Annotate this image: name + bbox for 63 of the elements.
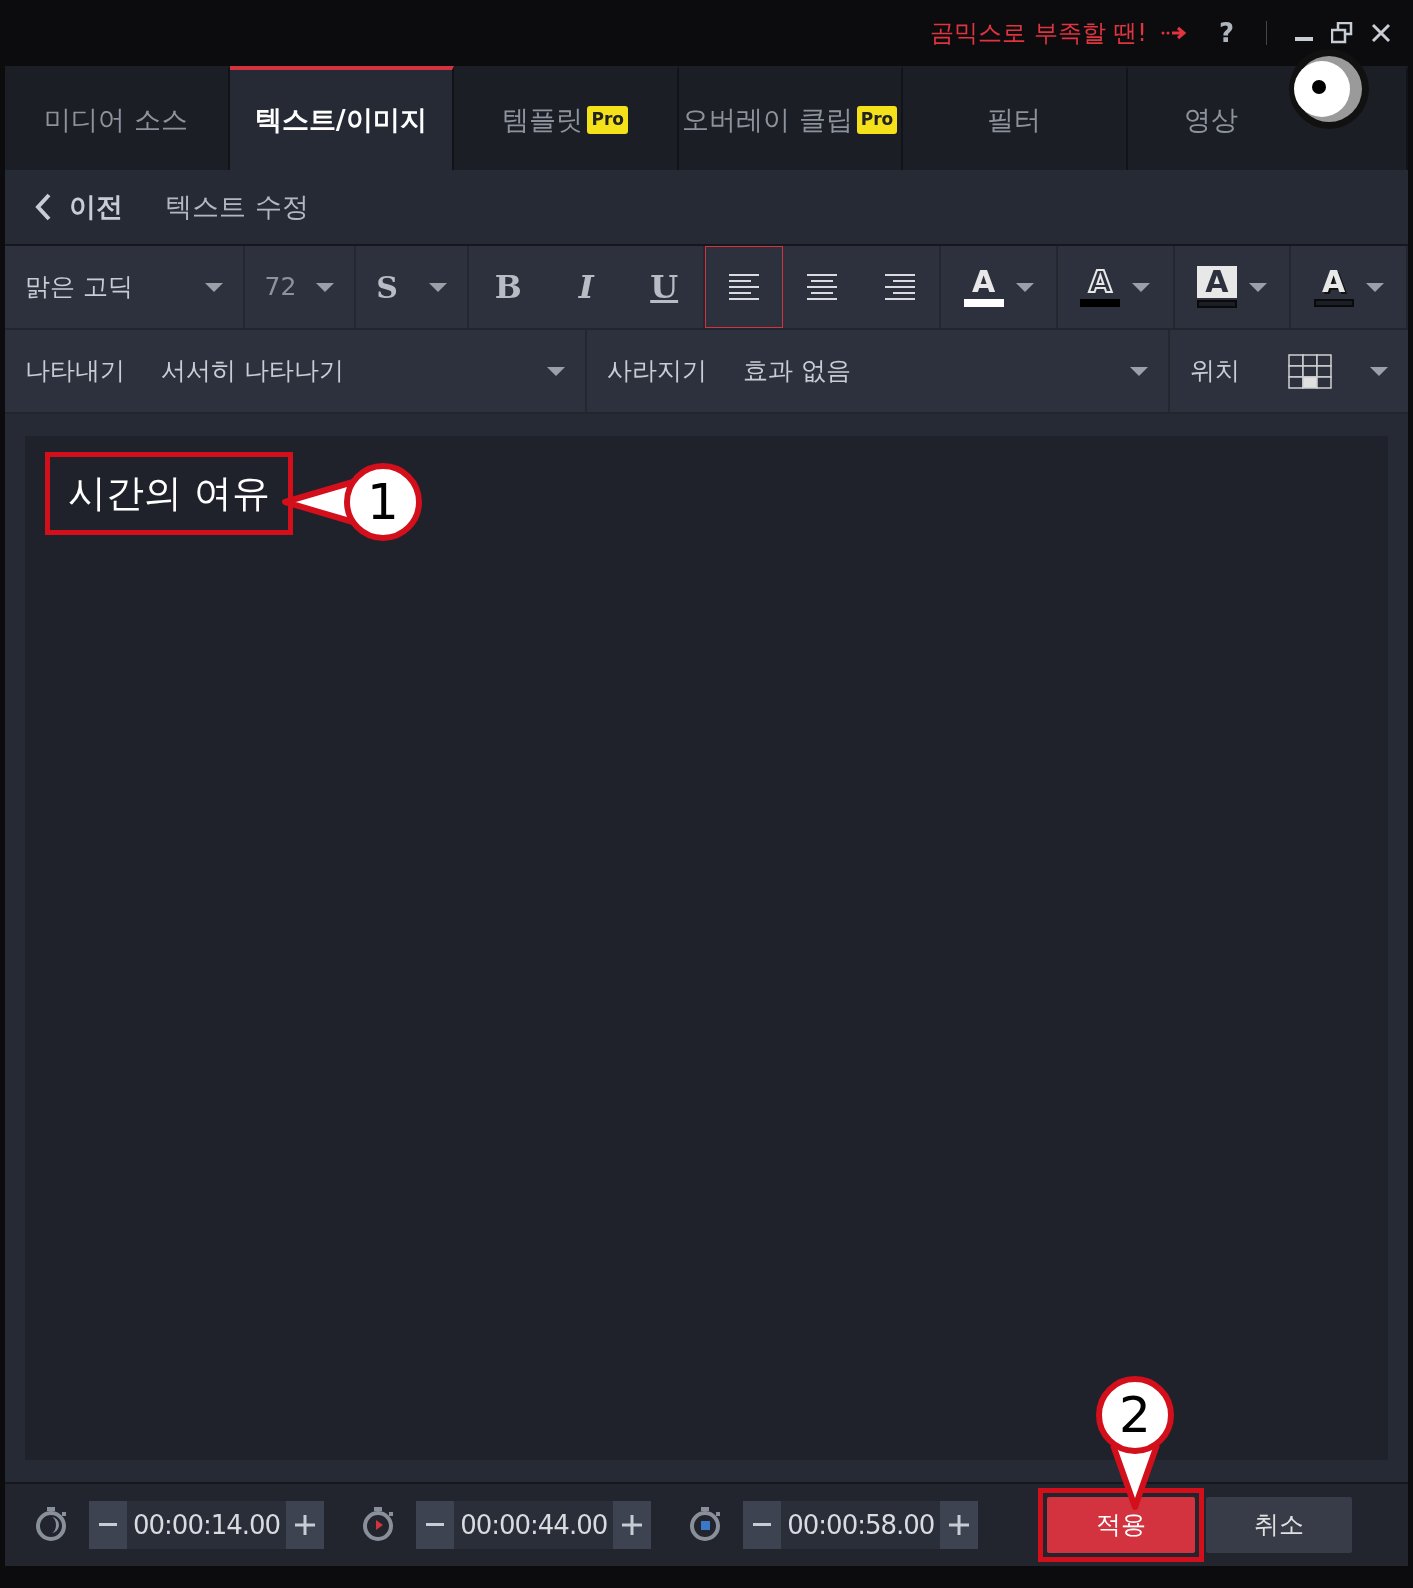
close-icon[interactable]	[1371, 23, 1391, 43]
align-left-icon	[729, 274, 760, 300]
arrow-icon	[1160, 25, 1187, 41]
plus-icon	[295, 1515, 316, 1535]
outline-color-button[interactable]: A	[1057, 246, 1175, 328]
bold-button[interactable]: B	[469, 246, 548, 328]
pro-badge: Pro	[856, 106, 898, 134]
apply-button[interactable]: 적용	[1047, 1497, 1196, 1553]
editor-text: 시간의 여유	[68, 471, 271, 515]
caret-icon[interactable]	[1370, 366, 1388, 376]
back-button[interactable]: 이전	[35, 186, 123, 228]
caret-icon[interactable]	[1015, 282, 1034, 292]
callout-number: 1	[367, 473, 399, 531]
tab[interactable]: 텍스트/이미지	[229, 66, 454, 170]
help-button[interactable]: ?	[1200, 13, 1252, 53]
fill-color-button[interactable]: A	[941, 246, 1058, 328]
caret-icon[interactable]	[204, 282, 223, 292]
position-grid-icon	[1288, 353, 1332, 389]
effect-label: 나타내기	[25, 355, 125, 388]
caret-icon[interactable]	[1130, 366, 1148, 376]
shadow-color-button[interactable]: A	[1291, 246, 1409, 328]
position-dropdown[interactable]	[1288, 353, 1388, 389]
align-center-icon	[807, 274, 838, 300]
minus-button[interactable]	[416, 1501, 455, 1549]
effect-label: 사라지기	[607, 355, 707, 388]
caret-icon[interactable]	[1365, 282, 1384, 292]
promo-link[interactable]: 곰믹스로 부족할 땐!	[930, 15, 1147, 51]
panel-title: 텍스트 수정	[165, 189, 309, 224]
restore-icon[interactable]	[1331, 22, 1353, 44]
caret-icon[interactable]	[316, 282, 335, 292]
plus-icon	[622, 1515, 643, 1535]
minus-icon	[753, 1523, 772, 1527]
align-right-icon	[885, 274, 916, 300]
plus-button[interactable]	[613, 1501, 652, 1549]
effect-dropdown[interactable]: 서서히 나타나기	[161, 352, 565, 390]
style-dropdown[interactable]: S	[376, 264, 448, 310]
size-dropdown[interactable]: 72	[264, 268, 335, 306]
minus-button[interactable]	[89, 1501, 127, 1549]
caret-icon[interactable]	[1132, 282, 1151, 292]
time-field[interactable]: 00:00:58.00	[781, 1501, 941, 1549]
plus-icon	[949, 1515, 970, 1535]
caret-icon[interactable]	[547, 366, 565, 376]
pro-badge: Pro	[587, 106, 628, 134]
minus-button[interactable]	[743, 1501, 782, 1549]
underline-button[interactable]: U	[625, 246, 704, 328]
caret-icon[interactable]	[429, 282, 448, 292]
time-field[interactable]: 00:00:44.00	[454, 1501, 614, 1549]
plus-button[interactable]	[940, 1501, 979, 1549]
callout-number: 2	[1119, 1386, 1151, 1444]
plus-button[interactable]	[286, 1501, 325, 1549]
minus-icon	[426, 1523, 445, 1527]
caret-icon[interactable]	[1248, 282, 1267, 292]
box-color-button[interactable]: A	[1174, 246, 1292, 328]
stopwatch-icon	[35, 1507, 69, 1543]
font-dropdown[interactable]: 맑은 고딕	[25, 268, 223, 306]
align-left-button[interactable]	[705, 246, 784, 328]
effect-dropdown[interactable]: 효과 없음	[743, 352, 1148, 390]
chevron-left-icon	[35, 193, 51, 221]
time-field[interactable]: 00:00:14.00	[127, 1501, 287, 1549]
minus-icon	[99, 1523, 117, 1527]
cancel-button[interactable]: 취소	[1206, 1497, 1353, 1553]
position-label: 위치	[1190, 355, 1240, 388]
italic-button[interactable]: I	[547, 246, 626, 328]
